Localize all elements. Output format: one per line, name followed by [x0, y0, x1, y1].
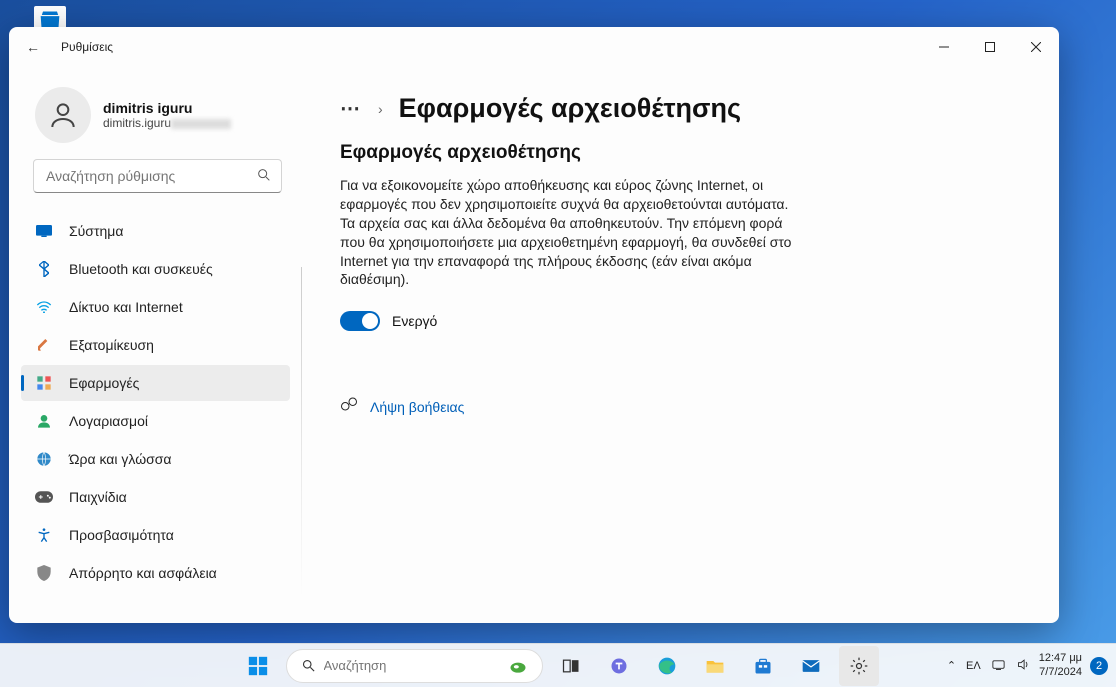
avatar — [35, 87, 91, 143]
sidebar-item-label: Bluetooth και συσκευές — [69, 261, 213, 277]
maximize-button[interactable] — [967, 27, 1013, 67]
search-icon — [256, 167, 272, 188]
time-icon — [35, 451, 53, 467]
breadcrumb: ⋯ › Εφαρμογές αρχειοθέτησης — [340, 93, 1021, 124]
sidebar-item-label: Σύστημα — [69, 223, 123, 239]
settings-window: ← Ρυθμίσεις dimitris iguru dimitris.igur… — [9, 27, 1059, 623]
back-button[interactable]: ← — [19, 39, 47, 55]
notifications-badge[interactable]: 2 — [1090, 657, 1108, 675]
network-icon — [35, 301, 53, 313]
language-indicator[interactable]: ΕΛ — [966, 660, 981, 672]
sidebar-item-label: Εξατομίκευση — [69, 337, 154, 353]
sidebar-item-label: Ώρα και γλώσσα — [69, 451, 172, 467]
sidebar: dimitris iguru dimitris.iguru Σύστημα Blu… — [9, 67, 302, 623]
gaming-icon — [35, 491, 53, 503]
sidebar-item-label: Λογαριασμοί — [69, 413, 148, 429]
search-accent-icon — [508, 656, 528, 676]
search-icon — [301, 658, 316, 673]
close-button[interactable] — [1013, 27, 1059, 67]
sidebar-item-personalization[interactable]: Εξατομίκευση — [21, 327, 290, 363]
sidebar-item-gaming[interactable]: Παιχνίδια — [21, 479, 290, 515]
search-input[interactable] — [33, 159, 282, 193]
page-title: Εφαρμογές αρχειοθέτησης — [399, 93, 741, 124]
archive-apps-toggle[interactable] — [340, 311, 380, 331]
minimize-button[interactable] — [921, 27, 967, 67]
task-view-button[interactable] — [551, 646, 591, 686]
teams-icon[interactable] — [599, 646, 639, 686]
section-title: Εφαρμογές αρχειοθέτησης — [340, 142, 1021, 164]
accounts-icon — [35, 413, 53, 429]
user-email: dimitris.iguru — [103, 116, 231, 130]
tray-chevron-icon[interactable]: ⌃ — [947, 659, 956, 672]
bluetooth-icon — [35, 261, 53, 277]
sidebar-item-system[interactable]: Σύστημα — [21, 213, 290, 249]
system-icon — [35, 225, 53, 237]
sidebar-item-network[interactable]: Δίκτυο και Internet — [21, 289, 290, 325]
search-field[interactable] — [33, 159, 282, 193]
window-title: Ρυθμίσεις — [61, 40, 113, 54]
taskbar-search[interactable] — [286, 649, 543, 683]
explorer-icon[interactable] — [695, 646, 735, 686]
settings-app-icon[interactable] — [839, 646, 879, 686]
accessibility-icon — [35, 527, 53, 543]
toggle-label: Ενεργό — [392, 313, 437, 329]
taskbar-search-input[interactable] — [324, 658, 500, 673]
sidebar-item-time[interactable]: Ώρα και γλώσσα — [21, 441, 290, 477]
help-icon — [340, 395, 358, 418]
sidebar-item-label: Δίκτυο και Internet — [69, 299, 183, 315]
sidebar-item-privacy[interactable]: Απόρρητο και ασφάλεια — [21, 555, 290, 591]
chevron-right-icon: › — [378, 101, 383, 117]
volume-icon[interactable] — [1016, 657, 1031, 675]
sidebar-item-apps[interactable]: Εφαρμογές — [21, 365, 290, 401]
user-account[interactable]: dimitris iguru dimitris.iguru — [9, 87, 302, 159]
privacy-icon — [35, 565, 53, 581]
clock[interactable]: 12:47 μμ 7/7/2024 — [1039, 652, 1082, 678]
sidebar-item-label: Εφαρμογές — [69, 375, 139, 391]
titlebar: ← Ρυθμίσεις — [9, 27, 1059, 67]
content-area: ⋯ › Εφαρμογές αρχειοθέτησης Εφαρμογές αρ… — [302, 67, 1059, 623]
sidebar-item-label: Παιχνίδια — [69, 489, 127, 505]
breadcrumb-menu[interactable]: ⋯ — [340, 96, 362, 121]
apps-icon — [35, 375, 53, 391]
network-icon[interactable] — [991, 657, 1006, 675]
nav-list: Σύστημα Bluetooth και συσκευές Δίκτυο και … — [9, 205, 302, 599]
sidebar-item-accounts[interactable]: Λογαριασμοί — [21, 403, 290, 439]
start-button[interactable] — [238, 646, 278, 686]
taskbar: ⌃ ΕΛ 12:47 μμ 7/7/2024 2 — [0, 643, 1116, 687]
sidebar-item-label: Προσβασιμότητα — [69, 527, 174, 543]
sidebar-item-label: Απόρρητο και ασφάλεια — [69, 565, 217, 581]
mail-icon[interactable] — [791, 646, 831, 686]
edge-icon[interactable] — [647, 646, 687, 686]
sidebar-item-bluetooth[interactable]: Bluetooth και συσκευές — [21, 251, 290, 287]
personalization-icon — [35, 337, 53, 353]
get-help-link[interactable]: Λήψη βοήθειας — [370, 399, 464, 415]
user-name: dimitris iguru — [103, 100, 231, 116]
description: Για να εξοικονομείτε χώρο αποθήκευσης κα… — [340, 176, 800, 289]
store-icon[interactable] — [743, 646, 783, 686]
sidebar-item-accessibility[interactable]: Προσβασιμότητα — [21, 517, 290, 553]
